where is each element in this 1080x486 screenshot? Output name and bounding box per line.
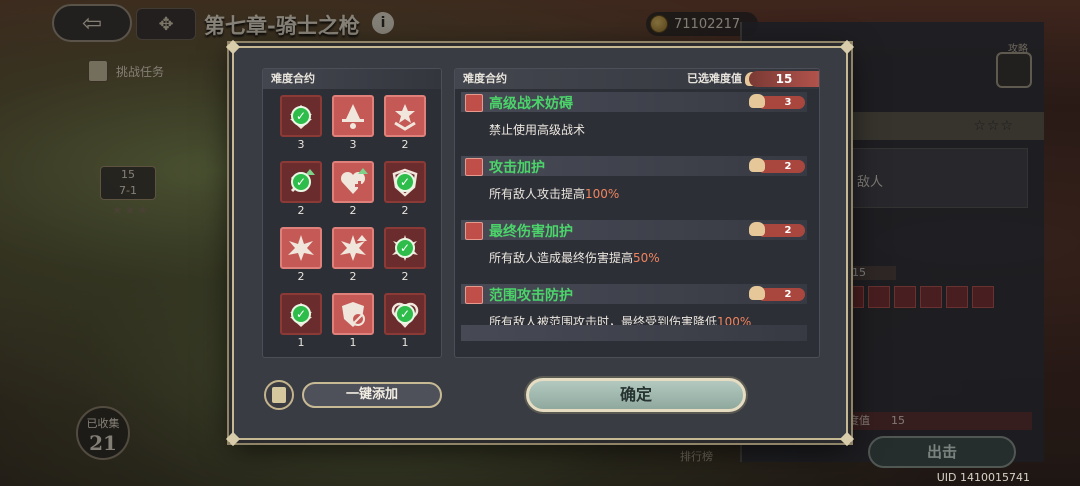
check-icon: ✓ [395,304,415,324]
contract-list-header: 难度合约 已选难度值 15 [455,69,819,89]
contract-tile[interactable]: ✓ [280,95,322,137]
contract-tile[interactable]: ✓ [280,161,322,203]
contract-list-title: 难度合约 [463,72,507,85]
contract-entry-icon [465,94,483,112]
contract-entry[interactable]: 最终伤害加护 2 所有敌人造成最终伤害提高50% [455,217,819,281]
entry-desc-text: 所有敌人攻击提高 [489,187,586,201]
entry-name: 最终伤害加护 [489,224,573,240]
wizard-hat-icon [342,104,364,129]
contract-cost: 2 [349,204,357,217]
entry-cost: 2 [749,222,805,237]
entry-cost: 2 [749,286,805,301]
skull-icon [749,94,765,108]
contract-list-panel: 难度合约 已选难度值 15 高级战术妨碍 3 禁止使用高级战术 攻击加护 2 所有敌人攻击… [454,68,820,358]
entry-cost-value: 2 [784,225,792,236]
contract-tile[interactable]: ✓ [384,227,426,269]
entry-cost: 3 [749,94,805,109]
entry-name: 范围攻击防护 [489,288,573,304]
entry-cost-value: 2 [784,161,792,172]
contract-cost: 3 [349,138,357,151]
contract-cell[interactable]: ✓ 1 [383,293,427,349]
chevron-star-icon [394,104,416,131]
contract-cell[interactable]: ✓ 2 [383,161,427,217]
contract-cell[interactable]: ✓ 1 [279,293,323,349]
contract-cell[interactable]: ✓ 3 [279,95,323,151]
contract-grid-title: 难度合约 [263,69,441,89]
add-all-button[interactable]: 一键添加 [302,382,442,408]
check-icon: ✓ [395,238,415,258]
contract-tile[interactable] [332,293,374,335]
check-icon: ✓ [395,172,415,192]
contract-tile[interactable]: ✓ [384,293,426,335]
contract-tile[interactable]: ✓ [280,293,322,335]
contract-cell[interactable]: ✓ 2 [383,227,427,283]
contract-tile[interactable] [384,95,426,137]
contract-grid-panel: 难度合约 ✓ 3 3 2 ✓ 2 2 ✓ 2 2 2 ✓ 2 ✓ 1 1 ✓ 1 [262,68,442,358]
check-icon: ✓ [291,304,311,324]
contract-cell[interactable]: 3 [331,95,375,151]
check-icon: ✓ [291,172,311,192]
selected-difficulty-label: 已选难度值 [687,72,742,85]
contract-grid: ✓ 3 3 2 ✓ 2 2 ✓ 2 2 2 ✓ 2 ✓ 1 1 ✓ 1 [263,89,441,349]
entry-description: 所有敌人造成最终伤害提高50% [489,249,660,266]
confirm-button[interactable]: 确定 [526,378,746,412]
burst-icon [288,235,314,261]
contract-cost: 2 [401,138,409,151]
contract-cost: 2 [297,204,305,217]
entry-desc-text: 所有敌人造成最终伤害提高 [489,251,634,265]
entry-desc-highlight: 50% [633,251,660,265]
entry-desc-text: 禁止使用高级战术 [489,123,586,137]
contract-tile[interactable] [332,227,374,269]
contract-cost: 1 [401,336,409,349]
entry-cost-value: 2 [784,289,792,300]
burst-arrow-icon [340,235,367,261]
contract-cost: 1 [297,336,305,349]
contract-entry[interactable]: 高级战术妨碍 3 禁止使用高级战术 [455,89,819,153]
entry-description: 禁止使用高级战术 [489,121,585,138]
contract-tile[interactable]: ✓ [384,161,426,203]
heart-plus-icon [340,168,368,194]
contract-entry-partial [461,325,807,341]
entry-cost: 2 [749,158,805,173]
contract-cell[interactable]: 2 [331,227,375,283]
contract-entries[interactable]: 高级战术妨碍 3 禁止使用高级战术 攻击加护 2 所有敌人攻击提高100% 最终伤害加护 2 所… [455,89,819,345]
preset-button[interactable] [264,380,294,410]
contract-cell[interactable]: ✓ 2 [279,161,323,217]
contract-cell[interactable]: 2 [279,227,323,283]
contract-tile[interactable] [332,95,374,137]
contract-cost: 2 [401,204,409,217]
contract-cell[interactable]: 2 [383,95,427,151]
contract-entry[interactable]: 攻击加护 2 所有敌人攻击提高100% [455,153,819,217]
contract-entry-icon [465,222,483,240]
contract-cell[interactable]: 2 [331,161,375,217]
skull-icon [749,222,765,236]
skull-icon [749,286,765,300]
contract-tile[interactable] [332,161,374,203]
contract-entry-icon [465,158,483,176]
contract-tile[interactable] [280,227,322,269]
selected-difficulty-value: 15 [749,71,819,87]
contract-cost: 2 [349,270,357,283]
contract-cost: 1 [349,336,357,349]
skull-icon [749,158,765,172]
difficulty-contract-dialog: 难度合约 ✓ 3 3 2 ✓ 2 2 ✓ 2 2 2 ✓ 2 ✓ 1 1 ✓ 1 难度合约 已选难度值 15 高级… [225,39,855,447]
contract-cost: 3 [297,138,305,151]
entry-name: 攻击加护 [489,160,545,176]
contract-cell[interactable]: 1 [331,293,375,349]
entry-name: 高级战术妨碍 [489,96,573,112]
entry-desc-highlight: 100% [585,187,620,201]
entry-description: 所有敌人攻击提高100% [489,185,619,202]
check-icon: ✓ [291,106,311,126]
uid-label: UID 1410015741 [936,471,1030,484]
entry-cost-value: 3 [784,97,792,108]
no-heal-icon [342,302,365,327]
contract-entry-icon [465,286,483,304]
preset-icon [272,387,286,403]
contract-cost: 2 [401,270,409,283]
contract-cost: 2 [297,270,305,283]
